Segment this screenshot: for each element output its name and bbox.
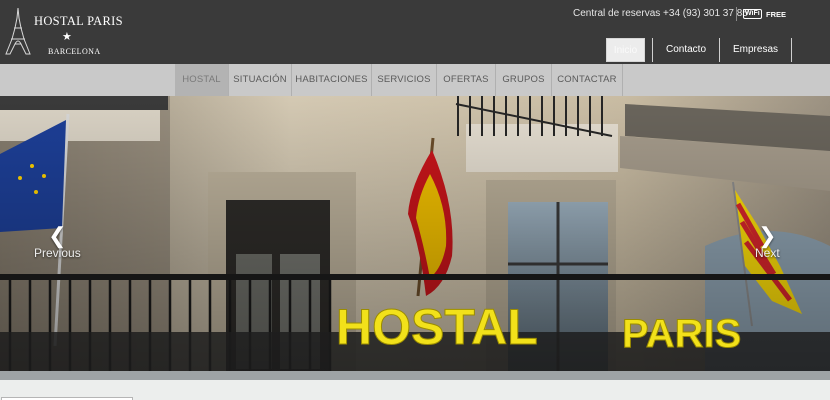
sign-word-paris: PARIS bbox=[622, 312, 741, 356]
chevron-left-icon: ❮ bbox=[48, 223, 67, 248]
top-nav-inicio-label: Inicio bbox=[613, 45, 638, 56]
main-nav-habitaciones[interactable]: HABITACIONES bbox=[292, 64, 371, 96]
top-nav-inicio[interactable]: Inicio bbox=[606, 38, 645, 62]
top-nav-contacto-label: Contacto bbox=[665, 44, 707, 55]
wifi-free-badge: WiFi FREE bbox=[743, 9, 787, 19]
sign-word-hostal: HOSTAL bbox=[336, 299, 538, 355]
hero-carousel: HOSTAL PARIS ❮ Previous ❯ Next bbox=[0, 96, 830, 371]
hotel-facade-photo: HOSTAL PARIS bbox=[0, 96, 830, 371]
page-bottom bbox=[0, 380, 830, 400]
main-nav: HOSTAL SITUACIÓN HABITACIONES SERVICIOS … bbox=[0, 64, 830, 96]
chevron-right-icon: ❯ bbox=[758, 223, 777, 248]
site-logo[interactable]: HOSTAL PARIS ★ BARCELONA bbox=[3, 6, 123, 58]
carousel-previous[interactable]: ❮ Previous bbox=[34, 223, 81, 261]
eiffel-tower-icon bbox=[5, 8, 31, 55]
main-nav-divider bbox=[622, 64, 623, 96]
main-nav-hostal[interactable]: HOSTAL bbox=[175, 64, 228, 96]
carousel-previous-label: Previous bbox=[34, 246, 81, 260]
top-nav-contacto[interactable]: Contacto bbox=[653, 38, 719, 62]
brand-name: HOSTAL PARIS bbox=[34, 14, 123, 28]
brand-subtitle: BARCELONA bbox=[48, 47, 101, 56]
top-nav-empresas[interactable]: Empresas bbox=[720, 38, 791, 62]
wifi-icon: WiFi bbox=[743, 9, 762, 19]
carousel-next[interactable]: ❯ Next bbox=[755, 223, 780, 261]
top-nav-empresas-label: Empresas bbox=[732, 44, 778, 55]
main-nav-servicios[interactable]: SERVICIOS bbox=[372, 64, 436, 96]
star-icon: ★ bbox=[62, 31, 72, 43]
reservations-phone: Central de reservas +34 (93) 301 37 85 bbox=[573, 8, 748, 19]
main-nav-situacion[interactable]: SITUACIÓN bbox=[229, 64, 291, 96]
top-nav-divider bbox=[791, 38, 792, 62]
main-nav-ofertas[interactable]: OFERTAS bbox=[437, 64, 495, 96]
main-nav-grupos[interactable]: GRUPOS bbox=[496, 64, 551, 96]
main-nav-contactar[interactable]: CONTACTAR bbox=[552, 64, 622, 96]
header-divider bbox=[736, 7, 737, 21]
wifi-free-label: FREE bbox=[766, 10, 787, 19]
divider-strip bbox=[0, 371, 830, 380]
carousel-next-label: Next bbox=[755, 246, 780, 260]
site-header: HOSTAL PARIS ★ BARCELONA Central de rese… bbox=[0, 0, 830, 64]
